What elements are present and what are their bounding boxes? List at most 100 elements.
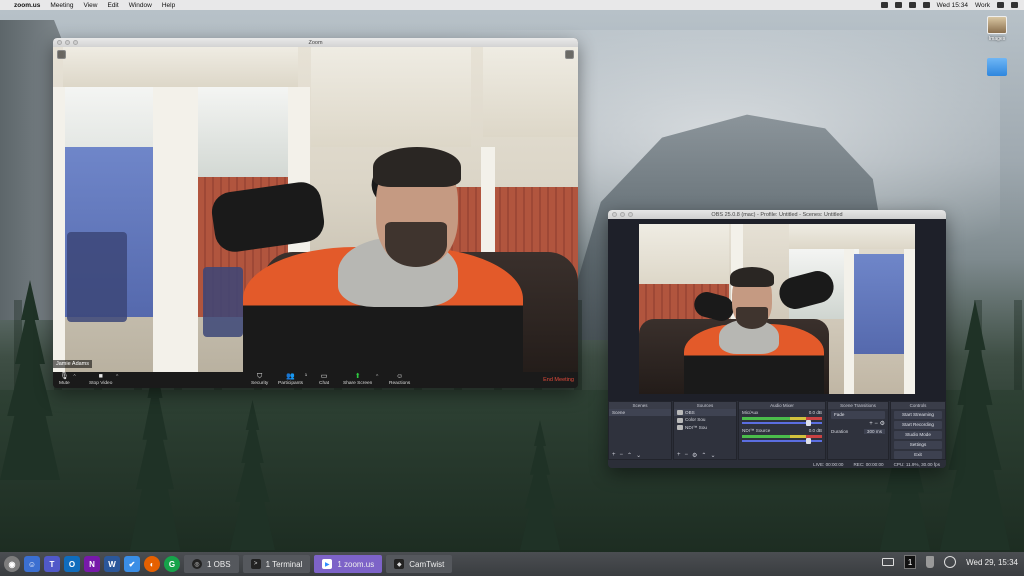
task-obs[interactable]: ◎ 1 OBS — [184, 555, 239, 573]
volume-slider-handle[interactable] — [806, 438, 811, 444]
menu-edit[interactable]: Edit — [107, 2, 118, 9]
participants-count: 1 — [304, 372, 308, 377]
mute-label: Mute — [59, 381, 70, 386]
audio-channel: Mic/Aux 0.0 dB — [739, 409, 825, 416]
gear-icon[interactable]: ⚙ — [692, 452, 697, 459]
volume-icon[interactable] — [908, 2, 916, 8]
desktop-icon-label: Images — [988, 36, 1006, 42]
launcher-icon[interactable]: ◉ — [4, 556, 20, 572]
menu-app-name[interactable]: zoom.us — [14, 2, 40, 9]
menubar: zoom.us Meeting View Edit Window Help We… — [0, 0, 1024, 10]
bluetooth-icon[interactable] — [922, 2, 930, 8]
notification-center-icon[interactable] — [1011, 2, 1018, 8]
remove-icon[interactable]: − — [685, 452, 689, 458]
security-button[interactable]: ⛉ Security — [251, 373, 268, 386]
obs-titlebar[interactable]: OBS 25.0.8 (mac) - Profile: Untitled - S… — [608, 210, 946, 219]
settings-button[interactable]: Settings — [894, 441, 942, 449]
chat-button[interactable]: ▭ Chat — [319, 373, 329, 386]
source-item[interactable]: Color Sou — [674, 416, 736, 423]
battery-icon[interactable] — [880, 2, 888, 8]
clock-icon[interactable] — [944, 556, 957, 568]
grammarly-icon[interactable]: G — [164, 556, 180, 572]
firefox-icon[interactable]: ◐ — [144, 556, 160, 572]
scenes-toolbar: + − ⌃ ⌄ — [609, 451, 671, 459]
source-item[interactable]: OBS — [674, 409, 736, 417]
keyboard-icon[interactable] — [882, 558, 895, 566]
todo-icon[interactable]: ✔ — [124, 556, 140, 572]
add-icon[interactable]: + — [677, 452, 681, 458]
shield-info-icon[interactable] — [57, 50, 66, 59]
add-icon[interactable]: + — [869, 421, 873, 427]
chevron-up-icon[interactable]: ^ — [376, 374, 378, 380]
volume-slider[interactable] — [742, 438, 822, 444]
obs-preview-video[interactable] — [639, 224, 915, 394]
desktop-icon-folder[interactable] — [977, 58, 1017, 78]
video-wall — [854, 254, 904, 354]
obs-preview-area[interactable] — [608, 219, 946, 401]
video-blind — [789, 224, 915, 249]
finder-icon[interactable]: ☺ — [24, 556, 40, 572]
menubar-user[interactable]: Work — [975, 2, 990, 9]
add-icon[interactable]: + — [612, 452, 616, 458]
workspace-indicator[interactable]: 1 — [904, 555, 917, 569]
person-beard — [385, 222, 447, 267]
menu-view[interactable]: View — [84, 2, 98, 9]
remove-icon[interactable]: − — [874, 421, 878, 427]
video-person — [674, 267, 844, 394]
start-streaming-button[interactable]: Start Streaming — [894, 411, 942, 419]
audio-channel: NDI™ Source 0.0 dB — [739, 427, 825, 434]
volume-slider[interactable] — [742, 420, 822, 426]
taskbar: ◉ ☺ T O N W ✔ ◐ G ◎ 1 OBS > 1 Terminal ▶… — [0, 552, 1024, 576]
participants-button[interactable]: 👥 Participants 1 — [278, 372, 307, 386]
gear-icon[interactable]: ⚙ — [880, 421, 885, 427]
zoom-titlebar[interactable]: Zoom — [53, 38, 578, 47]
source-item[interactable]: NDI™ Sou — [674, 424, 736, 431]
obs-status-bar: LIVE: 00:00:00 REC: 00:00:00 CPU: 11.9%,… — [608, 460, 946, 468]
menu-window[interactable]: Window — [129, 2, 152, 9]
task-camtwist[interactable]: ◆ CamTwist — [386, 555, 453, 573]
folder-icon — [987, 58, 1007, 76]
chevron-up-icon[interactable]: ^ — [116, 374, 118, 380]
trash-icon[interactable] — [926, 556, 935, 568]
menubar-clock[interactable]: Wed 15:34 — [937, 2, 968, 9]
task-terminal[interactable]: > 1 Terminal — [242, 555, 311, 573]
volume-slider-handle[interactable] — [806, 420, 811, 426]
transition-select[interactable]: Fade — [831, 411, 885, 419]
taskbar-datetime[interactable]: Wed 29, 15:34 — [966, 558, 1018, 567]
move-down-icon[interactable]: ⌄ — [636, 452, 641, 459]
remove-icon[interactable]: − — [620, 452, 624, 458]
end-meeting-button[interactable]: End Meeting — [543, 377, 574, 383]
source-type-icon — [677, 410, 683, 416]
person-arm — [691, 289, 737, 324]
word-icon[interactable]: W — [104, 556, 120, 572]
move-up-icon[interactable]: ⌃ — [701, 452, 706, 459]
scene-item[interactable]: Scene — [609, 409, 671, 416]
menu-help[interactable]: Help — [162, 2, 175, 9]
reactions-button[interactable]: ☺ Reactions — [389, 373, 410, 386]
studio-mode-button[interactable]: Studio Mode — [894, 431, 942, 439]
desktop-icon-images[interactable]: Images — [977, 16, 1017, 42]
chevron-up-icon[interactable]: ^ — [73, 374, 75, 380]
task-zoom[interactable]: ▶ 1 zoom.us — [314, 555, 383, 573]
exit-button[interactable]: Exit — [894, 451, 942, 459]
spotlight-icon[interactable] — [997, 2, 1004, 8]
duration-input[interactable]: 300 ms — [863, 429, 885, 434]
stop-video-button[interactable]: ■ Stop Video ^ — [89, 373, 118, 386]
menu-meeting[interactable]: Meeting — [50, 2, 73, 9]
share-screen-icon: ⬆ — [354, 373, 361, 380]
zoom-video-feed[interactable] — [53, 47, 578, 372]
scene-transitions-header: Scene Transitions — [828, 402, 888, 409]
start-recording-button[interactable]: Start Recording — [894, 421, 942, 429]
outlook-icon[interactable]: O — [64, 556, 80, 572]
move-up-icon[interactable]: ⌃ — [627, 452, 632, 459]
transition-toolbar: + − ⚙ — [828, 419, 888, 428]
mute-button[interactable]: 🎙 Mute ^ — [59, 373, 76, 386]
zoom-toolbar: 🎙 Mute ^ ■ Stop Video ^ ⛉ Security 👥 Par… — [53, 372, 578, 388]
wifi-icon[interactable] — [894, 2, 902, 8]
gallery-view-icon[interactable] — [565, 50, 574, 59]
move-down-icon[interactable]: ⌄ — [710, 452, 715, 459]
share-screen-button[interactable]: ⬆ Share Screen ^ — [343, 373, 378, 386]
onenote-icon[interactable]: N — [84, 556, 100, 572]
teams-icon[interactable]: T — [44, 556, 60, 572]
controls-dock: Controls Start Streaming Start Recording… — [890, 401, 946, 460]
